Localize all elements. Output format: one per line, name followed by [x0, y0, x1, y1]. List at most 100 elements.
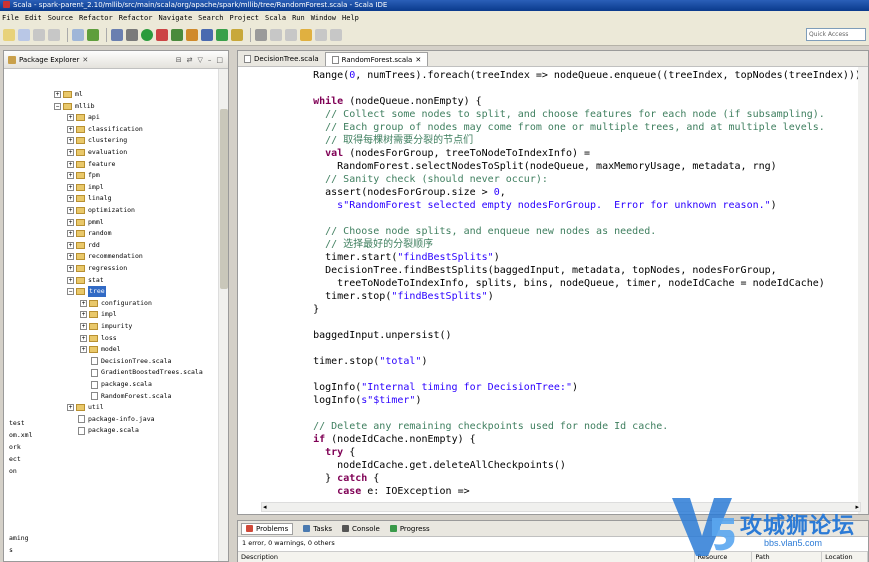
tree-item-label[interactable]: s [9, 546, 13, 554]
package-explorer-tab[interactable]: Package Explorer ✕ ⊟ ⇄ ▽ – □ [4, 51, 228, 69]
expand-icon[interactable]: + [67, 149, 74, 156]
menu-item[interactable]: Source [48, 14, 73, 22]
scrollbar-thumb[interactable] [220, 109, 228, 289]
tree-package-item[interactable]: + evaluation [67, 147, 127, 158]
tree-file-item[interactable]: package.scala [67, 425, 139, 436]
menu-item[interactable]: Refactor [79, 14, 113, 22]
menu-item[interactable]: Run [292, 14, 305, 22]
menu-item[interactable]: Window [311, 14, 336, 22]
run-icon[interactable] [141, 28, 153, 41]
expand-icon[interactable]: + [67, 218, 74, 226]
tree-package-item[interactable]: + clustering [67, 135, 127, 146]
expand-icon[interactable]: + [67, 114, 74, 122]
tree-package-item[interactable]: + feature [67, 159, 115, 170]
tree-package-item[interactable]: + random [67, 228, 111, 239]
expand-icon[interactable]: + [67, 276, 74, 284]
stop-icon[interactable] [156, 28, 168, 41]
quick-access-input[interactable]: Quick Access [806, 28, 866, 41]
tree-package-item[interactable]: + impurity [80, 321, 132, 332]
expand-icon[interactable]: + [54, 91, 61, 98]
expand-icon[interactable]: + [67, 183, 74, 191]
tree-package-item[interactable]: + loss [80, 333, 117, 344]
expand-icon[interactable]: + [67, 404, 74, 412]
back-icon[interactable] [300, 28, 312, 41]
expand-icon[interactable]: + [67, 125, 74, 133]
expand-icon[interactable]: + [67, 241, 74, 249]
tree-package-item[interactable]: + classification [67, 124, 143, 135]
tree-file-item[interactable]: RandomForest.scala [80, 391, 171, 402]
tree-item-label[interactable]: test [9, 419, 25, 427]
pointer-icon[interactable] [111, 28, 123, 41]
tree-package-item[interactable]: + configuration [80, 298, 152, 309]
new-scala-project-icon[interactable] [186, 28, 198, 41]
annotation-prev-icon[interactable] [285, 28, 297, 41]
tree-package-item[interactable]: + linalg [67, 193, 111, 204]
scroll-left-icon[interactable]: ◂ [263, 503, 267, 511]
annotation-next-icon[interactable] [270, 28, 282, 41]
close-icon[interactable]: ✕ [82, 56, 88, 64]
toggle-view-icon[interactable] [72, 28, 84, 41]
tree-file-item[interactable]: package-info.java [67, 414, 155, 425]
tree-package-item[interactable]: + recommendation [67, 251, 143, 262]
tree-package-item[interactable]: + model [80, 344, 121, 355]
menu-item[interactable]: Refactor [119, 14, 153, 22]
editor-tab[interactable]: RandomForest.scala ✕ [324, 52, 429, 67]
save-icon[interactable] [18, 28, 30, 41]
editor-tab[interactable]: DecisionTree.scala [238, 52, 325, 66]
external-tools-icon[interactable] [171, 28, 183, 41]
terminal-icon[interactable] [87, 28, 99, 41]
menu-item[interactable]: Navigate [158, 14, 192, 22]
new-class-icon[interactable] [216, 28, 228, 41]
minimize-icon[interactable]: – [208, 56, 212, 64]
tree-item-label[interactable]: on [9, 467, 17, 475]
expand-icon[interactable]: + [80, 334, 87, 342]
debug-icon[interactable] [126, 28, 138, 41]
expand-icon[interactable]: + [80, 346, 87, 354]
search-icon[interactable] [255, 28, 267, 41]
save-all-icon[interactable] [33, 28, 45, 41]
tree-vertical-scrollbar[interactable] [218, 69, 228, 561]
tree-package-item[interactable]: − mllib [54, 101, 95, 112]
tree-package-item[interactable]: + pmml [67, 217, 104, 228]
tab-problems[interactable]: Problems [241, 522, 294, 535]
tree-package-item[interactable]: + ml [54, 89, 83, 100]
tab-progress[interactable]: Progress [389, 525, 430, 533]
menu-item[interactable]: File [2, 14, 19, 22]
tree-file-item[interactable]: DecisionTree.scala [80, 356, 171, 367]
tree-package-item[interactable]: − tree [67, 286, 106, 298]
expand-icon[interactable]: + [67, 160, 74, 168]
forward-icon[interactable] [315, 28, 327, 41]
link-editor-icon[interactable]: ⇄ [187, 56, 193, 64]
tree-item-label[interactable]: ect [9, 455, 21, 463]
new-package-icon[interactable] [201, 28, 213, 41]
pin-editor-icon[interactable] [330, 28, 342, 41]
tree-item-label[interactable]: aming [9, 534, 29, 542]
tree-item-label[interactable]: om.xml [9, 431, 32, 439]
menu-item[interactable]: Search [198, 14, 223, 22]
open-type-icon[interactable] [231, 28, 243, 41]
tree-package-item[interactable]: + impl [80, 309, 117, 320]
close-icon[interactable]: ✕ [415, 53, 421, 67]
menu-item[interactable]: Help [342, 14, 359, 22]
tree-package-item[interactable]: + optimization [67, 205, 135, 216]
column-header[interactable]: Description [238, 552, 695, 562]
expand-icon[interactable]: + [67, 265, 74, 272]
collapse-icon[interactable]: − [54, 102, 61, 110]
tab-console[interactable]: Console [342, 525, 380, 533]
collapse-icon[interactable]: − [67, 288, 74, 296]
tree-package-item[interactable]: + impl [67, 182, 104, 193]
expand-icon[interactable]: + [67, 195, 74, 203]
tree-package-item[interactable]: + util [67, 402, 104, 413]
tab-tasks[interactable]: Tasks [303, 525, 332, 533]
expand-icon[interactable]: + [80, 299, 87, 307]
expand-icon[interactable]: + [67, 253, 74, 261]
tree-item-label[interactable]: ork [9, 443, 21, 451]
menu-item[interactable]: Edit [25, 14, 42, 22]
expand-icon[interactable]: + [80, 323, 87, 330]
expand-icon[interactable]: + [80, 311, 87, 319]
code-area[interactable]: Range(0, numTrees).foreach(treeIndex => … [238, 67, 858, 499]
collapse-all-icon[interactable]: ⊟ [176, 56, 182, 64]
tree-package-item[interactable]: + api [67, 112, 100, 123]
tree-package-item[interactable]: + regression [67, 263, 127, 274]
expand-icon[interactable]: + [67, 230, 74, 238]
